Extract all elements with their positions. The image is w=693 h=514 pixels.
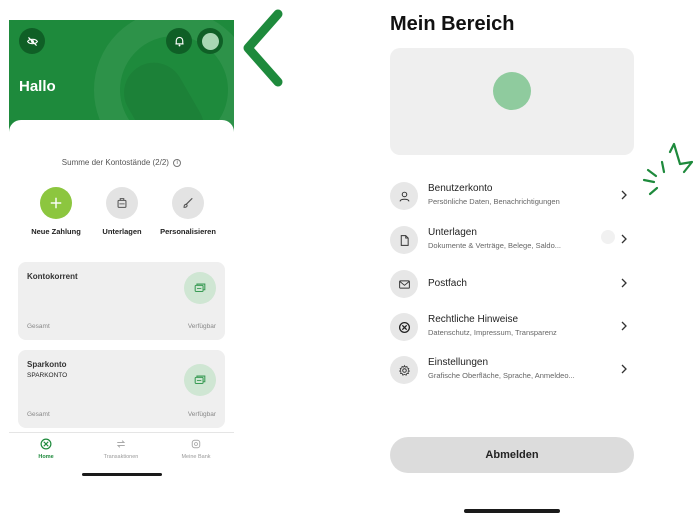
menu-item-documents[interactable]: Unterlagen Dokumente & Verträge, Belege,… xyxy=(390,222,634,262)
menu-item-title: Postfach xyxy=(428,278,467,289)
profile-avatar-button[interactable] xyxy=(197,28,223,54)
chevron-right-icon xyxy=(621,321,627,331)
new-payment-label: Neue Zahlung xyxy=(31,227,81,236)
documents-label: Unterlagen xyxy=(102,227,142,236)
menu-item-title: Benutzerkonto xyxy=(428,183,493,194)
user-icon xyxy=(399,191,409,202)
brush-icon xyxy=(183,198,193,208)
tap-sparkle-annotation-icon xyxy=(642,142,693,196)
personalize-label: Personalisieren xyxy=(160,227,216,236)
account-subtitle: SPARKONTO xyxy=(27,372,68,379)
nav-transactions-label: Transaktionen xyxy=(103,454,139,460)
nav-home-label: Home xyxy=(38,454,54,460)
cards-icon xyxy=(194,375,206,385)
plus-icon xyxy=(50,197,62,209)
bank-icon xyxy=(191,439,201,449)
greeting: Hallo xyxy=(19,78,56,95)
home-indicator xyxy=(464,509,560,513)
gear-icon xyxy=(398,364,410,376)
briefcase-icon xyxy=(117,198,127,208)
menu-item-settings[interactable]: Einstellungen Grafische Oberfläche, Spra… xyxy=(390,352,634,392)
avatar xyxy=(493,72,531,110)
chevron-right-icon xyxy=(621,278,627,288)
menu-item-subtitle: Grafische Oberfläche, Sprache, Anmeldeo.… xyxy=(428,371,575,380)
green-header: Hallo xyxy=(9,20,234,132)
balance-summary-text: Summe der Kontostände (2/2) xyxy=(61,158,169,167)
documents-circle xyxy=(106,187,138,219)
bell-icon xyxy=(174,36,184,46)
account-card-kontokorrent[interactable]: Kontokorrent Gesamt Verfügbar xyxy=(18,262,225,340)
profile-card[interactable] xyxy=(390,48,634,155)
page-title: Mein Bereich xyxy=(390,13,515,35)
mail-icon-wrap xyxy=(390,270,418,298)
account-name: Kontokorrent xyxy=(27,272,78,281)
nav-my-bank[interactable]: Meine Bank xyxy=(161,438,231,460)
chevron-left-annotation-icon xyxy=(243,9,283,87)
document-icon-wrap xyxy=(390,226,418,254)
new-payment-circle xyxy=(40,187,72,219)
notifications-button[interactable] xyxy=(166,28,192,54)
available-label: Verfügbar xyxy=(187,323,216,330)
nav-my-bank-label: Meine Bank xyxy=(181,454,211,460)
logout-button[interactable]: Abmelden xyxy=(390,437,634,473)
documents-button[interactable]: Unterlagen xyxy=(87,187,157,236)
chevron-right-icon xyxy=(621,234,627,244)
loading-indicator xyxy=(601,230,615,244)
menu-item-user-account[interactable]: Benutzerkonto Persönliche Daten, Benachr… xyxy=(390,178,634,218)
info-icon: i xyxy=(173,158,182,167)
account-icon xyxy=(184,272,216,304)
menu-item-subtitle: Dokumente & Verträge, Belege, Saldo... xyxy=(428,241,561,250)
home-indicator xyxy=(82,473,162,476)
legal-icon-wrap xyxy=(390,313,418,341)
left-phone-screen: Hallo Summe der Kontostände (2/2) i Neue… xyxy=(9,20,234,480)
account-icon xyxy=(184,364,216,396)
nav-home[interactable]: Home xyxy=(11,438,81,460)
menu-item-subtitle: Persönliche Daten, Benachrichtigungen xyxy=(428,197,560,206)
bottom-navigation: Home Transaktionen Meine Bank xyxy=(9,432,234,462)
new-payment-button[interactable]: Neue Zahlung xyxy=(21,187,91,236)
account-card-sparkonto[interactable]: Sparkonto SPARKONTO Gesamt Verfügbar xyxy=(18,350,225,428)
personalize-button[interactable]: Personalisieren xyxy=(153,187,223,236)
total-label: Gesamt xyxy=(27,411,50,418)
menu-item-title: Einstellungen xyxy=(428,357,489,368)
avatar xyxy=(201,32,219,50)
personalize-circle xyxy=(172,187,204,219)
transfer-arrows-icon xyxy=(116,440,126,448)
chevron-right-icon xyxy=(621,364,627,374)
eye-off-icon xyxy=(26,36,38,46)
menu-item-title: Rechtliche Hinweise xyxy=(428,314,519,325)
legal-icon xyxy=(398,321,410,333)
mail-icon xyxy=(398,279,410,289)
menu-item-title: Unterlagen xyxy=(428,227,477,238)
menu-item-mailbox[interactable]: Postfach xyxy=(390,266,634,306)
available-label: Verfügbar xyxy=(187,411,216,418)
chevron-right-icon xyxy=(621,190,627,200)
gear-icon-wrap xyxy=(390,356,418,384)
document-icon xyxy=(400,234,409,246)
menu-item-subtitle: Datenschutz, Impressum, Transparenz xyxy=(428,328,557,337)
balance-summary-label[interactable]: Summe der Kontostände (2/2) i xyxy=(9,158,234,167)
total-label: Gesamt xyxy=(27,323,50,330)
menu-item-legal[interactable]: Rechtliche Hinweise Datenschutz, Impress… xyxy=(390,309,634,349)
home-icon xyxy=(40,438,52,450)
hide-balance-button[interactable] xyxy=(19,28,45,54)
cards-icon xyxy=(194,283,206,293)
user-icon-wrap xyxy=(390,182,418,210)
account-name: Sparkonto xyxy=(27,360,67,369)
nav-transactions[interactable]: Transaktionen xyxy=(86,438,156,460)
